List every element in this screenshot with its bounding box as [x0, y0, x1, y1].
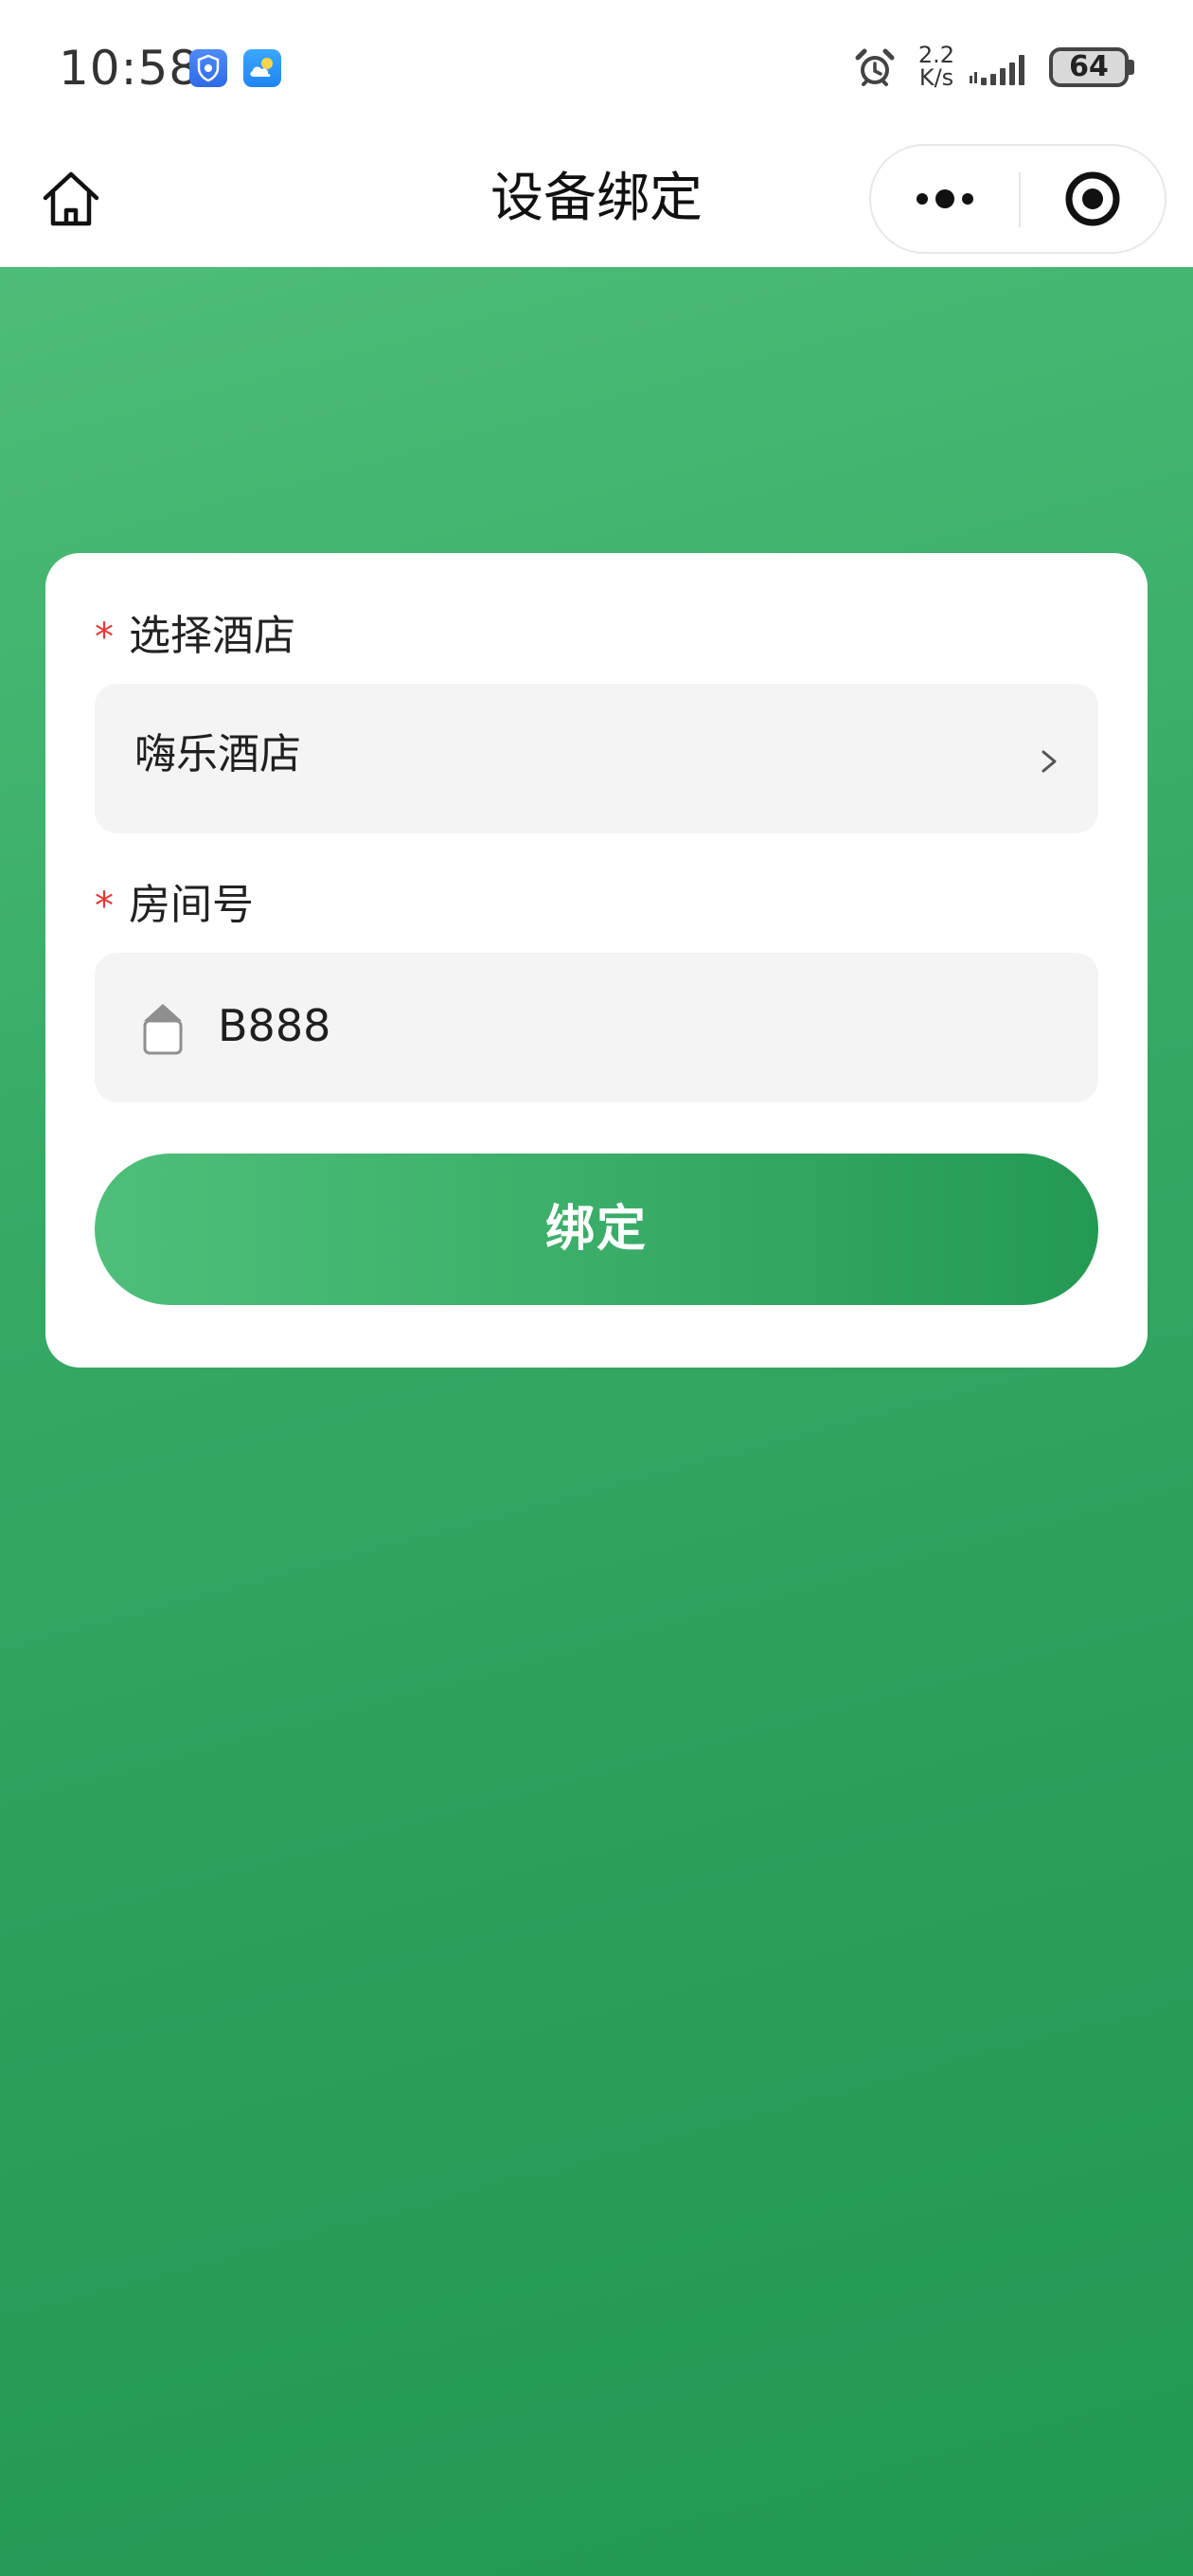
chevron-right-icon	[1042, 750, 1057, 773]
close-mini-program-icon[interactable]	[1021, 146, 1166, 252]
shield-app-icon	[189, 49, 227, 87]
net-speed-unit: K/s	[918, 64, 954, 91]
battery-tip	[1129, 60, 1134, 75]
signal-icon	[970, 55, 1024, 85]
hotel-field-label: * 选择酒店	[95, 606, 295, 668]
room-number-input[interactable]: B888	[95, 953, 1098, 1102]
nav-bar: 设备绑定	[0, 133, 1193, 267]
bind-form-card: * 选择酒店 嗨乐酒店 * 房间号 B888 绑定	[45, 553, 1148, 1368]
main-content: * 选择酒店 嗨乐酒店 * 房间号 B888 绑定	[0, 267, 1193, 2576]
hotel-selected-value: 嗨乐酒店	[134, 730, 301, 778]
alarm-icon	[855, 48, 895, 86]
status-time: 10:58	[59, 41, 201, 96]
room-icon	[143, 1004, 183, 1055]
hotel-select[interactable]: 嗨乐酒店	[95, 684, 1098, 833]
weather-app-icon	[243, 49, 281, 87]
bind-button[interactable]: 绑定	[95, 1154, 1098, 1305]
hotel-label-text: 选择酒店	[129, 612, 295, 660]
mini-program-capsule	[869, 144, 1166, 254]
net-speed-value: 2.2	[917, 42, 955, 68]
room-label-text: 房间号	[129, 881, 254, 929]
net-speed: 2.2 K/s	[913, 44, 960, 89]
status-bar: 10:58 2.2 K/s 64	[0, 0, 1193, 133]
more-icon[interactable]	[871, 146, 1019, 252]
room-number-value: B888	[218, 1000, 331, 1051]
battery-icon: 64	[1049, 47, 1129, 87]
room-field-label: * 房间号	[95, 875, 254, 937]
required-mark: *	[95, 885, 114, 928]
required-mark: *	[95, 616, 114, 659]
